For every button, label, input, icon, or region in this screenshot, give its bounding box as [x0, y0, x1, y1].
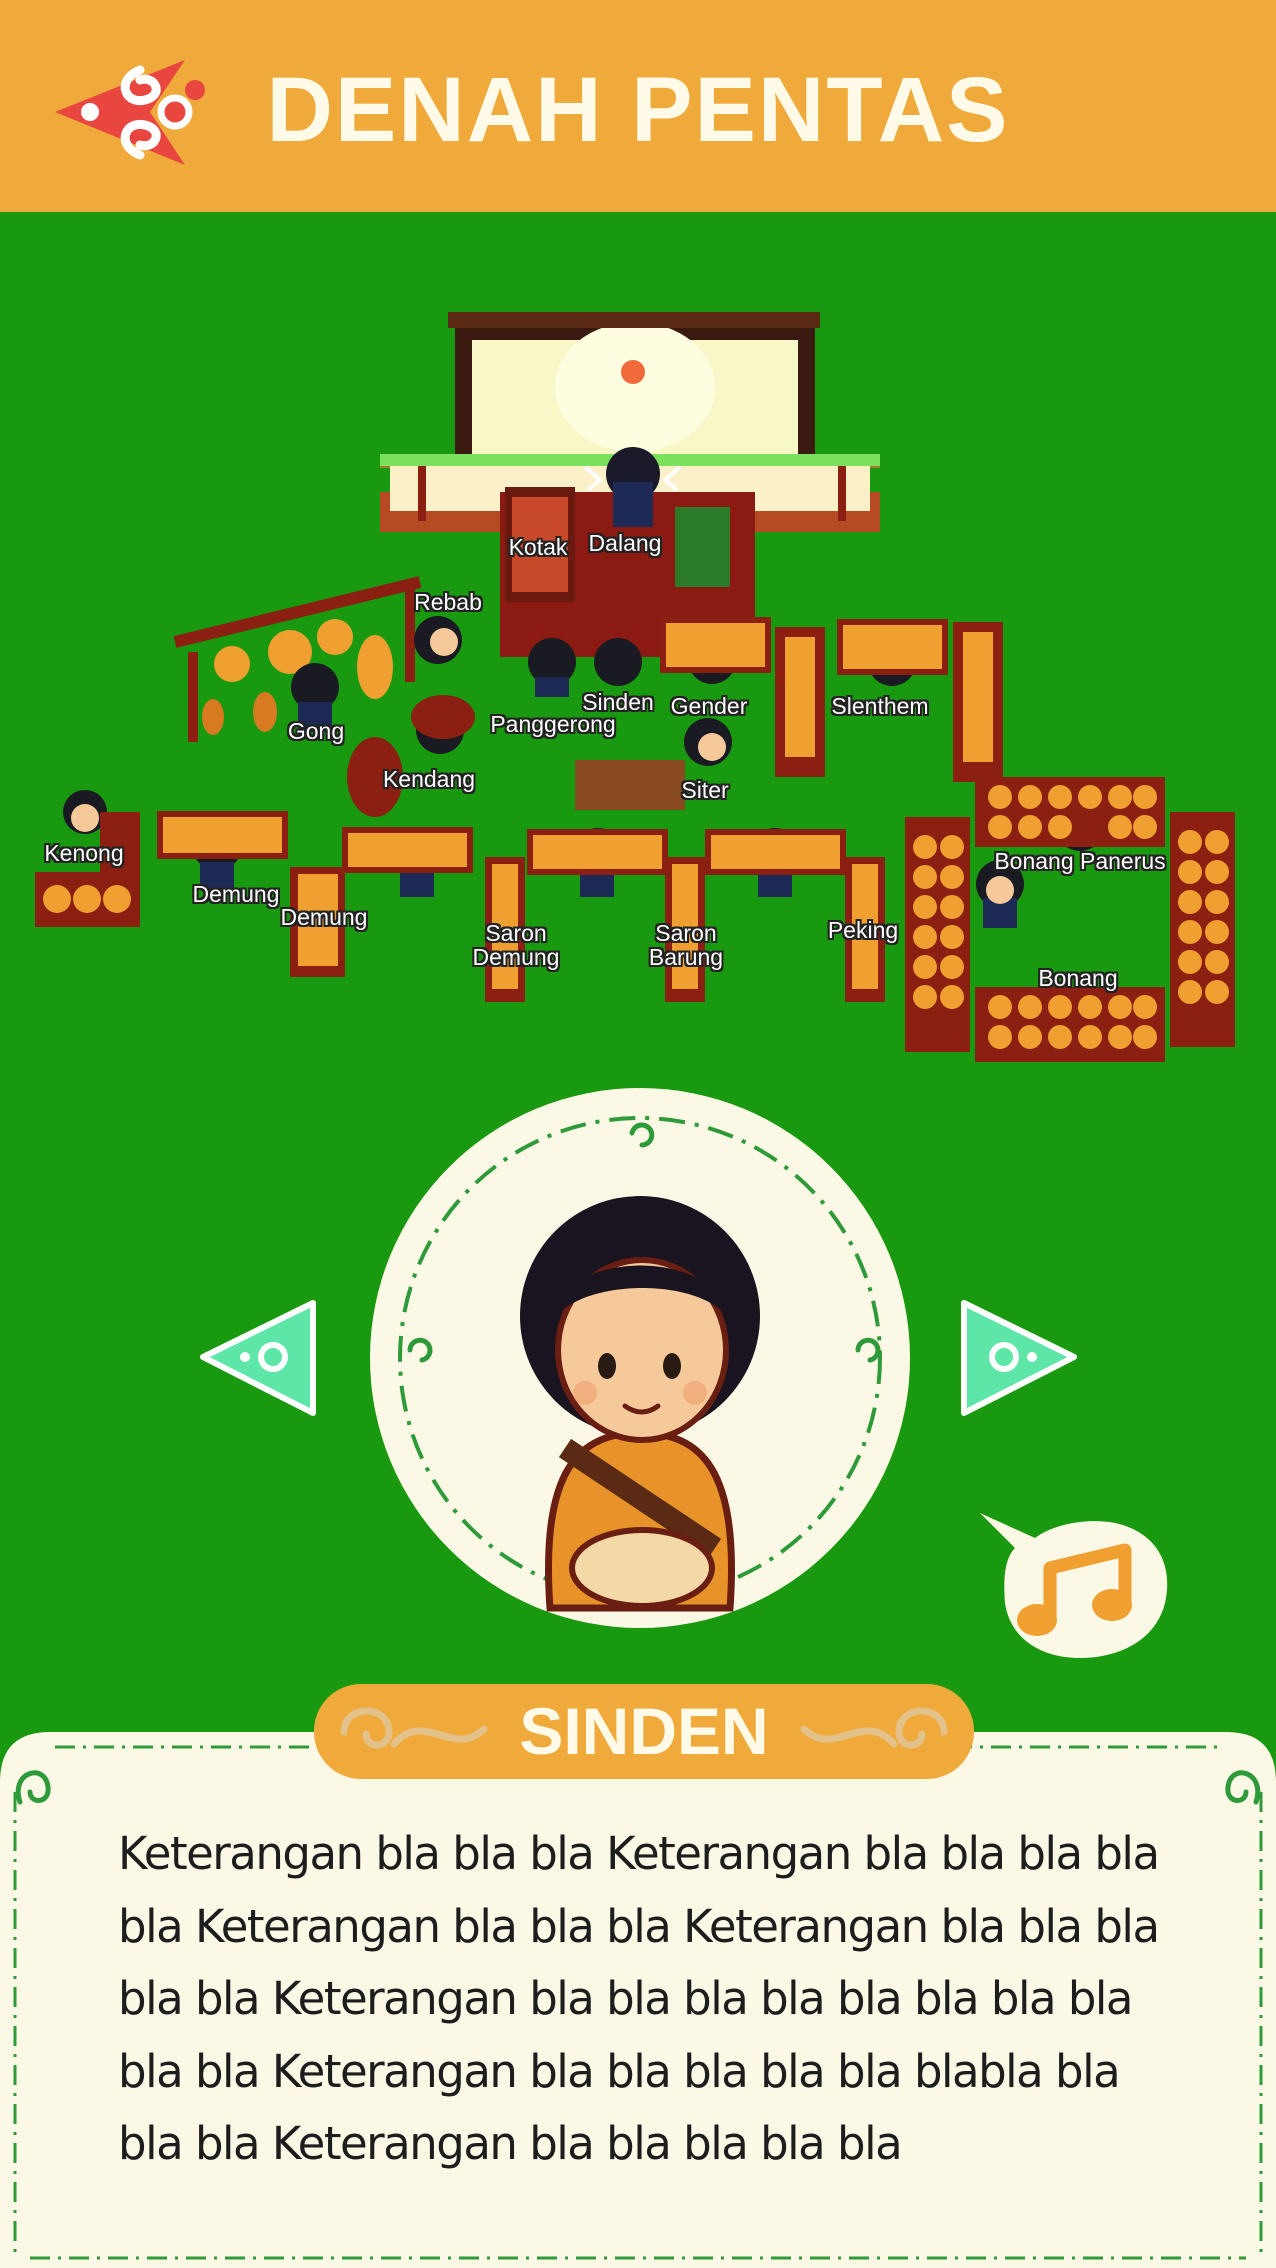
label-bonang-panerus[interactable]: Bonang Panerus — [994, 849, 1165, 873]
label-gender[interactable]: Gender — [671, 694, 748, 718]
label-gong[interactable]: Gong — [288, 719, 344, 743]
label-kenong[interactable]: Kenong — [44, 841, 123, 865]
character-name: SINDEN — [519, 1694, 769, 1768]
label-slenthem[interactable]: Slenthem — [831, 694, 928, 718]
triangle-left-icon[interactable] — [195, 1295, 320, 1420]
label-dalang[interactable]: Dalang — [589, 531, 662, 555]
label-demung-2[interactable]: Demung — [281, 905, 368, 929]
music-note-icon[interactable] — [975, 1508, 1175, 1663]
label-saron-demung[interactable]: Saron Demung — [473, 921, 560, 969]
label-sinden[interactable]: Sinden — [582, 690, 654, 714]
character-description: Keterangan bla bla bla Keterangan bla bl… — [118, 1827, 1160, 2170]
header-bar: DENAH PENTAS — [0, 0, 1276, 212]
label-siter[interactable]: Siter — [681, 778, 728, 802]
label-kendang[interactable]: Kendang — [383, 767, 475, 791]
label-kotak[interactable]: Kotak — [509, 535, 568, 559]
front-instruments — [157, 811, 885, 1002]
page-title: DENAH PENTAS — [266, 59, 1010, 161]
label-bonang[interactable]: Bonang — [1038, 966, 1117, 990]
label-peking[interactable]: Peking — [828, 918, 898, 942]
siter-instrument — [575, 760, 685, 810]
label-demung-1[interactable]: Demung — [193, 882, 280, 906]
label-rebab[interactable]: Rebab — [414, 590, 482, 614]
label-panggerong[interactable]: Panggerong — [490, 712, 615, 736]
stage-map: Kotak Dalang Rebab Gong Panggerong Sinde… — [0, 212, 1276, 1112]
bonang-instruments — [905, 777, 1235, 1062]
label-saron-barung[interactable]: Saron Barung — [649, 921, 723, 969]
character-portrait — [370, 1088, 910, 1628]
triangle-right-icon[interactable] — [957, 1295, 1082, 1420]
